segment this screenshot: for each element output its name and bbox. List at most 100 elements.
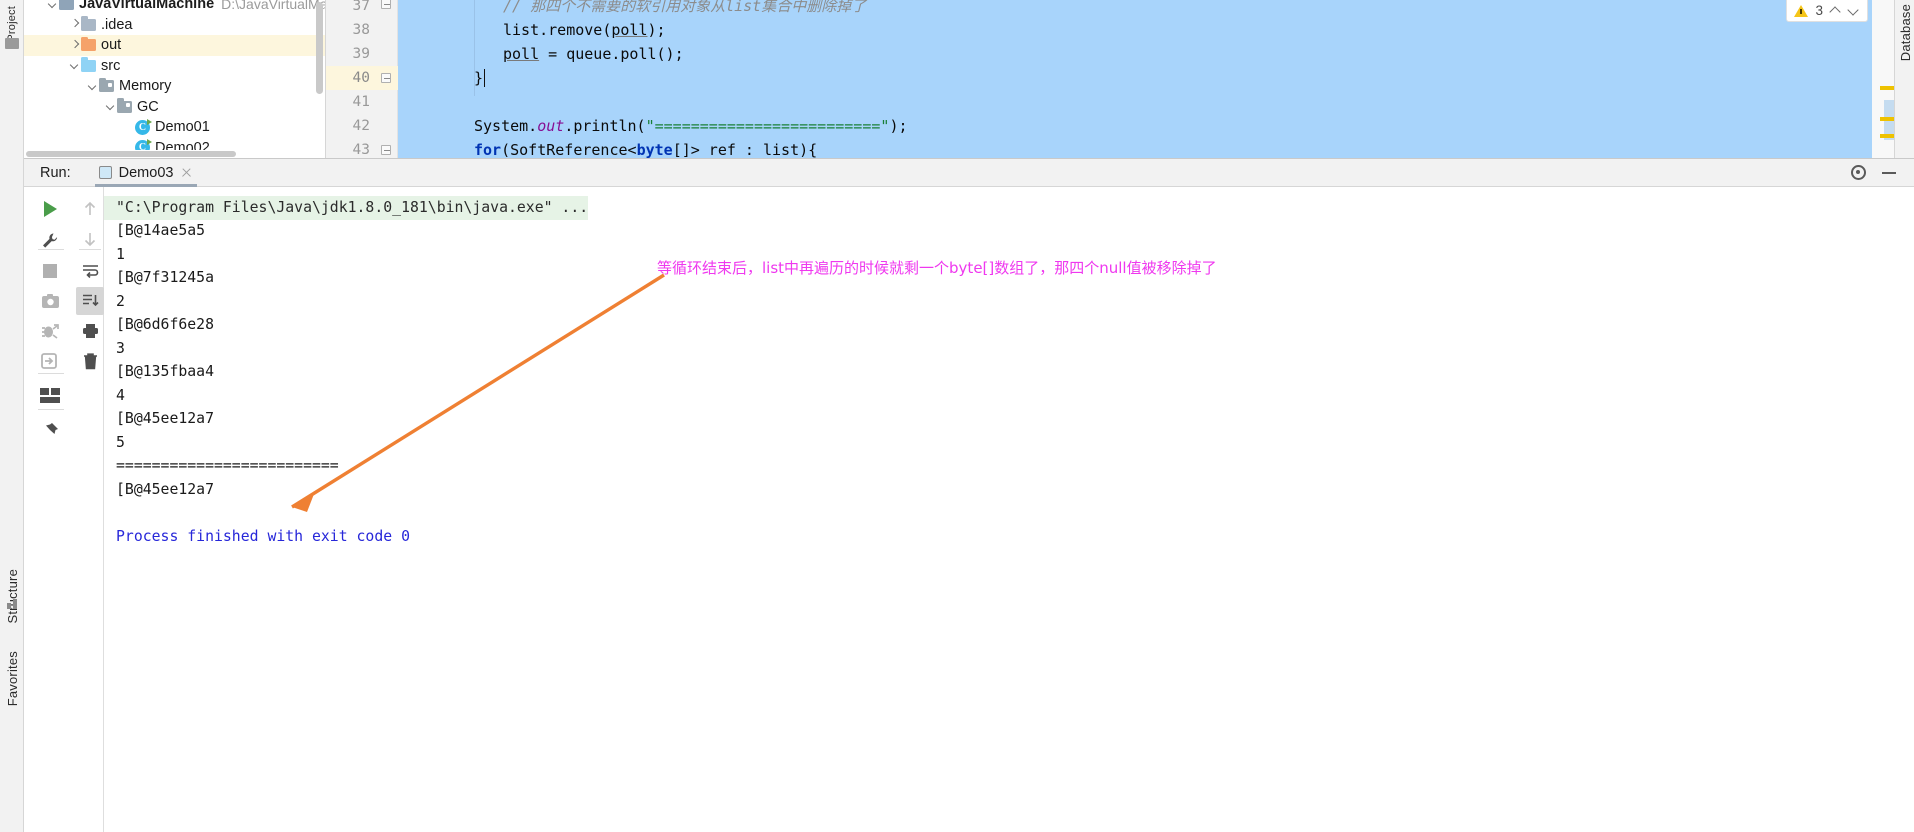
warning-triangle-icon [1794, 4, 1809, 17]
run-tab-demo03[interactable]: Demo03 [94, 159, 198, 187]
code-token: (SoftReference< [501, 141, 637, 158]
chevron-up-icon[interactable] [1830, 5, 1841, 16]
console-line: [B@6d6f6e28 [116, 316, 214, 333]
run-config-icon [98, 166, 112, 179]
code-line-38: list.remove(poll); [503, 18, 1914, 42]
annotation-text: 等循环结束后，list中再遍历的时候就剩一个byte[]数组了，那四个null值… [657, 259, 1217, 277]
code-line-40: } [474, 66, 1914, 90]
inspection-count: 3 [1815, 3, 1823, 18]
pin-icon[interactable] [24, 417, 76, 445]
line-number: 39 [352, 46, 370, 62]
chevron-down-icon[interactable] [68, 59, 81, 72]
debug-icon[interactable] [24, 317, 76, 345]
package-icon [117, 98, 132, 113]
edit-config-icon[interactable] [24, 227, 76, 255]
export-icon[interactable] [24, 347, 76, 375]
run-toolbar-right[interactable] [76, 187, 104, 832]
code-line-39: poll = queue.poll(); [503, 42, 1914, 66]
tree-row-demo01[interactable]: C Demo01 [24, 117, 325, 138]
console-line: "C:\Program Files\Java\jdk1.8.0_181\bin\… [104, 196, 589, 220]
console-line: [B@135fbaa4 [116, 363, 214, 380]
tree-item-label: Memory [119, 78, 172, 95]
line-number: 41 [352, 94, 370, 110]
tree-row-out[interactable]: out [24, 35, 325, 56]
run-panel-label: Run: [40, 164, 71, 181]
code-token: } [474, 69, 484, 87]
code-line-43: for(SoftReference<byte[]> ref : list){ [474, 138, 1914, 158]
minimize-icon[interactable] [1882, 171, 1896, 174]
chevron-down-icon[interactable] [46, 0, 59, 11]
console-line: 5 [116, 434, 125, 451]
chevron-down-icon[interactable] [1848, 5, 1859, 16]
tree-item-label: out [101, 37, 122, 54]
chevron-down-icon[interactable] [104, 100, 117, 113]
clear-all-icon[interactable] [76, 347, 104, 375]
project-folder-icon [59, 0, 74, 11]
code-line-37: // 那四个不需要的软引用对象从list集合中删除掉了 [503, 0, 867, 15]
editor-gutter[interactable]: 37 38 39 40 41 42 43 [326, 0, 398, 158]
settings-gear-icon[interactable] [1851, 165, 1866, 180]
print-icon[interactable] [76, 317, 104, 345]
package-icon [99, 77, 114, 93]
console-line: ========================= [116, 457, 339, 474]
code-editor[interactable]: 37 38 39 40 41 42 43 // 那四个不需要的软引用对象从lis… [326, 0, 1914, 158]
folder-blue-icon [81, 57, 96, 72]
code-token: .println( [564, 117, 646, 135]
chevron-right-icon[interactable] [68, 39, 81, 52]
scroll-to-end-icon[interactable] [76, 287, 104, 315]
console-line: [B@7f31245a [116, 269, 214, 286]
code-selection-area[interactable]: // 那四个不需要的软引用对象从list集合中删除掉了 list.remove(… [398, 0, 1872, 158]
console-line: 2 [116, 293, 125, 310]
left-tool-strip: Project Structure Favorites [0, 0, 24, 832]
chevron-down-icon[interactable] [86, 80, 99, 93]
console-line: 4 [116, 387, 125, 404]
project-tool-label: Project [6, 6, 18, 42]
code-token: []> ref : list){ [672, 141, 818, 158]
layout-icon[interactable] [24, 381, 76, 409]
project-root-label: JavaVirtualMachine [79, 0, 215, 13]
tree-item-label: GC [137, 98, 159, 115]
project-tree-panel[interactable]: JavaVirtualMachine D:\JavaVirtualMachin … [24, 0, 326, 158]
code-token: ); [647, 21, 666, 39]
code-token: byte [636, 141, 673, 158]
fold-marker-icon[interactable] [381, 145, 391, 155]
tree-row-src[interactable]: src [24, 56, 325, 77]
run-tab-label: Demo03 [118, 164, 174, 181]
console-line: [B@45ee12a7 [116, 481, 214, 498]
console-output[interactable]: "C:\Program Files\Java\jdk1.8.0_181\bin\… [104, 187, 1914, 832]
fold-marker-icon[interactable] [381, 0, 391, 9]
code-token: ); [889, 117, 908, 135]
inspection-status-badge[interactable]: 3 [1786, 0, 1868, 22]
tree-horizontal-scrollbar[interactable] [24, 150, 325, 158]
tree-vertical-scrollbar[interactable] [316, 2, 323, 94]
code-token: poll [503, 45, 540, 63]
folder-orange-icon [81, 36, 96, 52]
favorites-tool-button[interactable]: Favorites [0, 636, 24, 722]
rerun-icon[interactable] [24, 195, 76, 223]
code-token: out [537, 117, 565, 135]
database-tool-label[interactable]: Database [1898, 4, 1913, 61]
chevron-right-icon[interactable] [68, 18, 81, 31]
tree-row-memory[interactable]: Memory [24, 76, 325, 97]
run-panel-header: Run: Demo03 [24, 159, 1914, 187]
annotation-arrow [291, 273, 665, 512]
code-token: list.remove( [503, 21, 612, 39]
stop-icon[interactable] [24, 257, 76, 285]
run-tool-window[interactable]: Run: Demo03 "C:\Program Files\Java\jdk1.… [24, 158, 1914, 832]
tree-row-root[interactable]: JavaVirtualMachine D:\JavaVirtualMachin [24, 0, 325, 15]
code-line-42: System.out.println("====================… [474, 114, 1914, 138]
close-icon[interactable] [180, 166, 193, 179]
soft-wrap-icon[interactable] [76, 257, 104, 285]
tree-item-label: Demo01 [155, 119, 210, 136]
screenshot-icon[interactable] [24, 287, 76, 315]
code-token: poll [611, 21, 648, 39]
line-number: 38 [352, 22, 370, 38]
tree-row-idea[interactable]: .idea [24, 15, 325, 36]
run-toolbar-left[interactable] [24, 187, 76, 832]
up-arrow-icon[interactable] [76, 195, 104, 223]
project-root-path: D:\JavaVirtualMachin [221, 0, 325, 13]
tree-row-gc[interactable]: GC [24, 97, 325, 118]
fold-marker-icon[interactable] [381, 73, 391, 83]
right-tool-strip: Database [1894, 0, 1914, 158]
project-tool-button[interactable]: Project [0, 6, 24, 42]
